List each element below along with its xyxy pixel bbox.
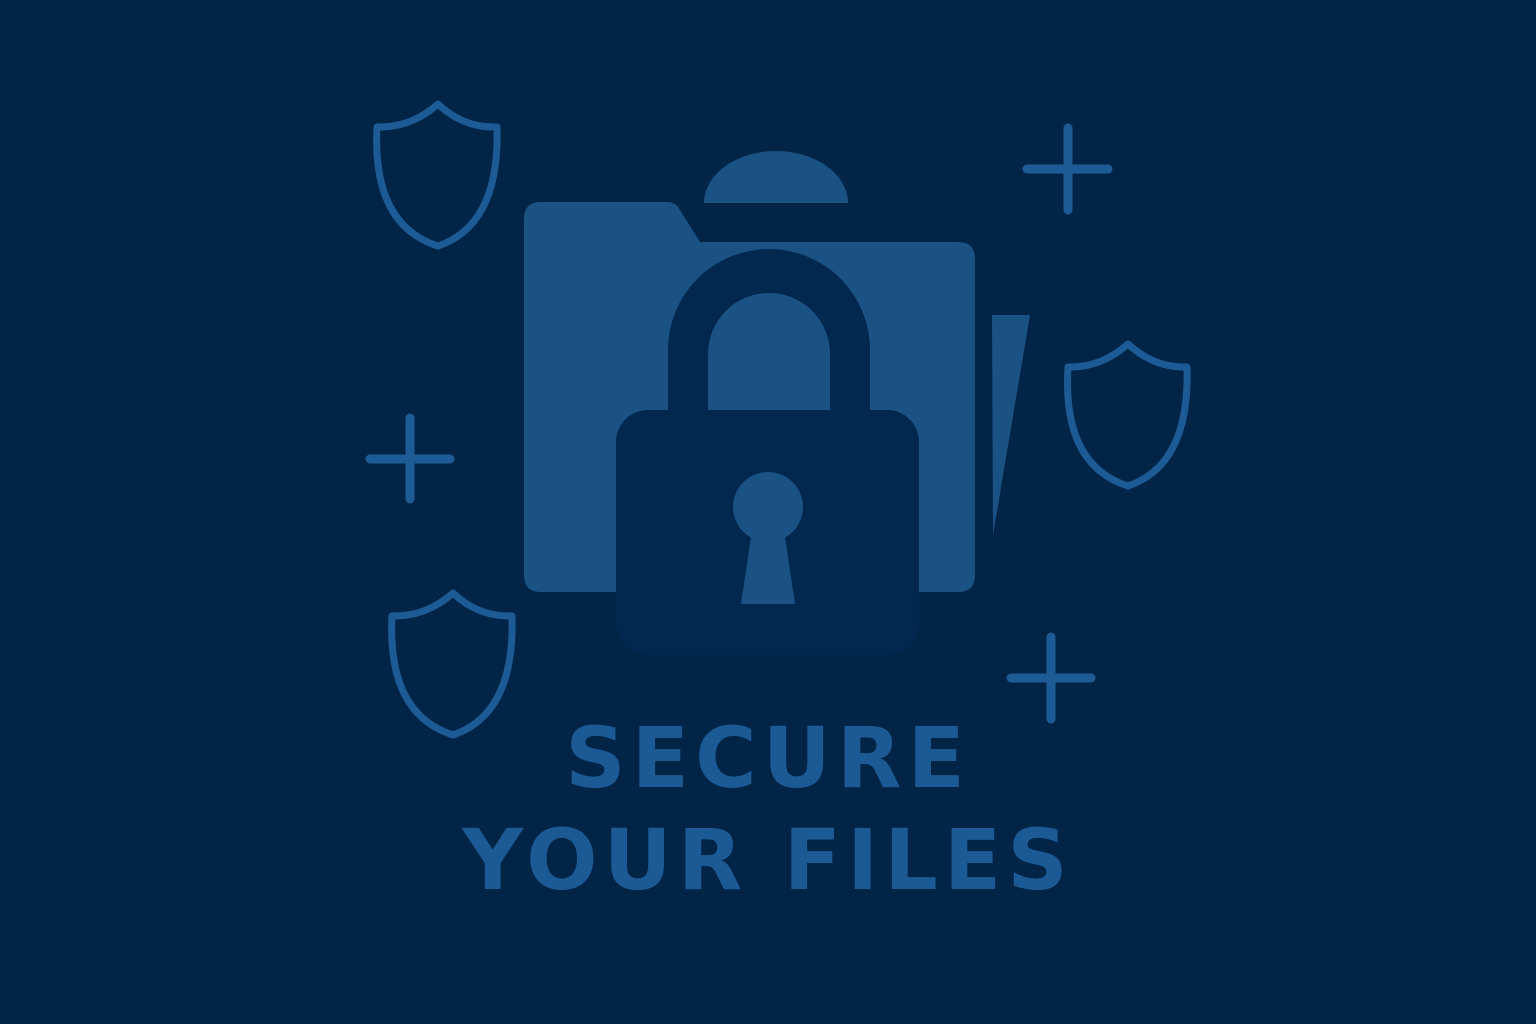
shield-icon — [373, 100, 501, 250]
plus-icon — [365, 413, 455, 504]
headline-line-2: YOUR FILES — [462, 811, 1074, 909]
folder-dome — [704, 151, 848, 203]
poster: SECURE YOUR FILES — [0, 0, 1536, 1024]
headline-line-1: SECURE — [565, 709, 971, 807]
shield-icon — [388, 589, 516, 739]
plus-icon — [1006, 632, 1096, 724]
shield-icon — [1064, 340, 1191, 490]
plus-icon — [1022, 123, 1113, 215]
paper-sheet — [992, 315, 1030, 535]
